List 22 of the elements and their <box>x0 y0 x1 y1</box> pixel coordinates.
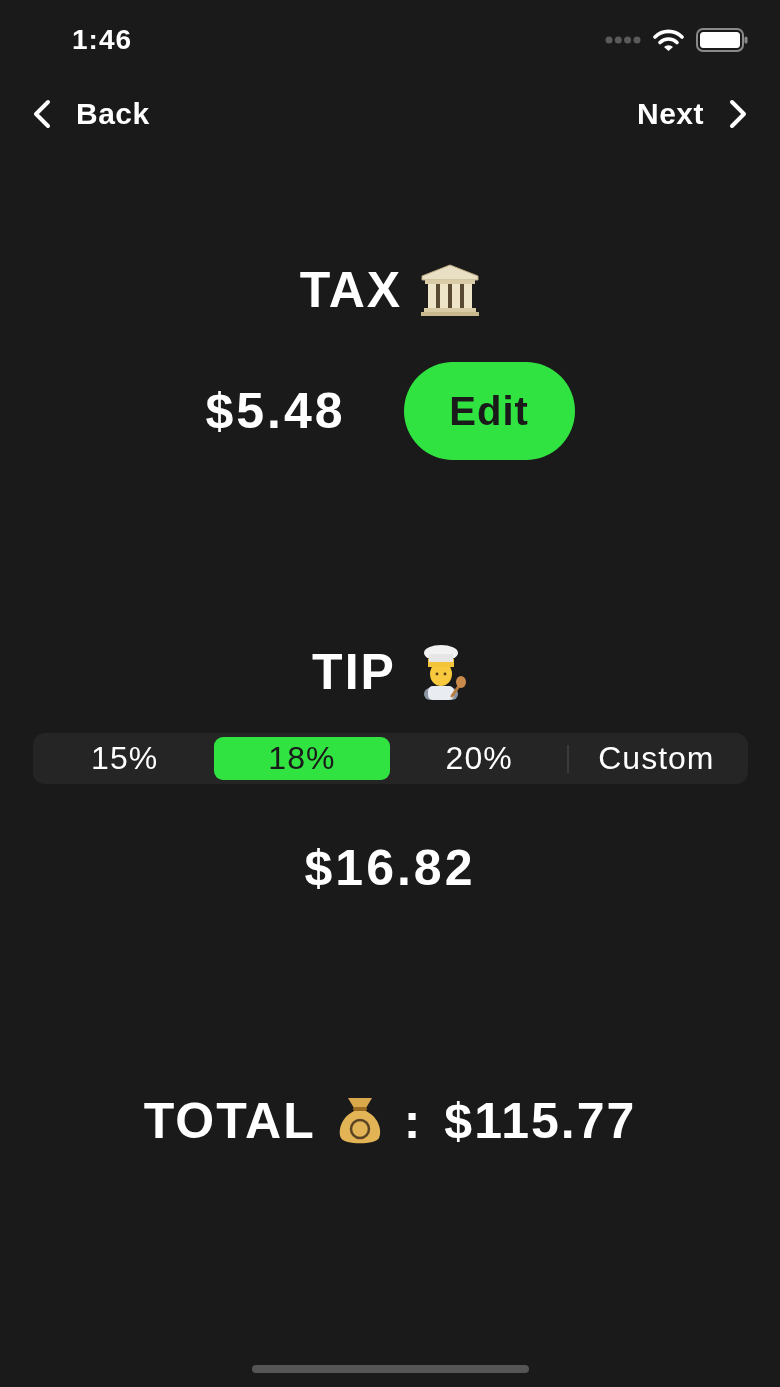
wifi-icon <box>653 28 684 52</box>
chevron-left-icon <box>32 99 52 129</box>
edit-button[interactable]: Edit <box>403 362 575 460</box>
total-separator: : <box>403 1092 423 1151</box>
bank-building-icon <box>420 264 481 316</box>
tax-amount: $5.48 <box>205 382 346 441</box>
money-bag-icon <box>337 1096 382 1146</box>
tip-amount: $16.82 <box>304 839 476 898</box>
back-button[interactable]: Back <box>32 97 150 131</box>
tax-heading: TAX <box>299 261 403 320</box>
total-label: TOTAL <box>143 1092 316 1151</box>
next-button[interactable]: Next <box>636 97 748 131</box>
total-amount: $115.77 <box>444 1092 637 1151</box>
tip-option[interactable]: Custom <box>568 737 744 780</box>
tip-option[interactable]: 18% <box>214 737 390 780</box>
chevron-right-icon <box>728 99 748 129</box>
tip-option[interactable]: 15% <box>37 737 213 780</box>
signal-icon <box>605 36 641 44</box>
status-time: 1:46 <box>72 24 133 56</box>
tip-option[interactable]: 20% <box>391 737 567 780</box>
tip-heading: TIP <box>312 643 396 702</box>
battery-icon <box>696 28 748 52</box>
